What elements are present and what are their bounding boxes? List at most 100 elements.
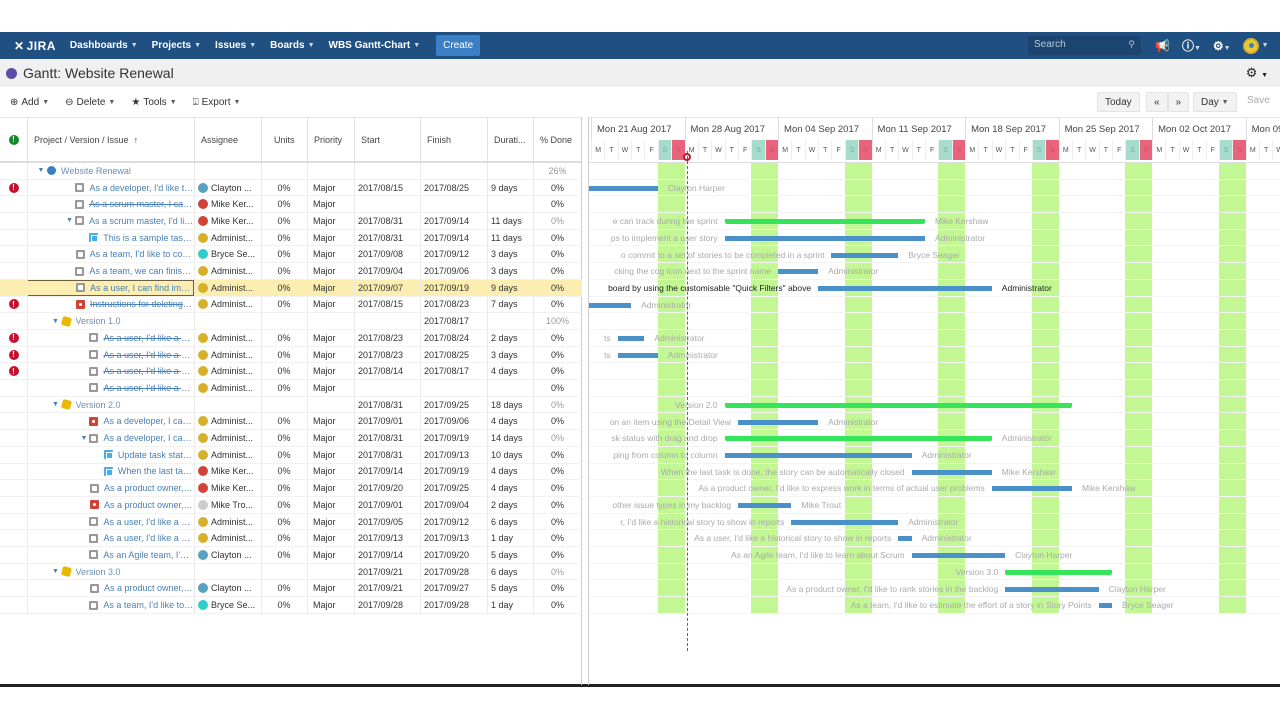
start-date-cell[interactable]: 2017/09/08 [354, 247, 420, 263]
project-row[interactable]: ▼ Website Renewal 26% [0, 163, 582, 180]
priority-cell[interactable]: Major [307, 530, 354, 546]
priority-cell[interactable]: Major [307, 430, 354, 446]
task-bar[interactable] [898, 536, 912, 542]
issue-name-cell[interactable]: ▼ Version 2.0 [27, 397, 194, 413]
duration-cell[interactable]: 9 days [487, 180, 533, 196]
priority-cell[interactable]: Major [307, 547, 354, 563]
finish-date-cell[interactable]: 2017/09/28 [420, 597, 487, 613]
units-cell[interactable]: 0% [261, 297, 307, 313]
version-row[interactable]: ▼ Version 1.0 2017/08/17 100% [0, 313, 582, 330]
finish-date-cell[interactable]: 2017/09/27 [420, 581, 487, 597]
column-header-percent-done[interactable]: % Done [533, 118, 582, 161]
duration-cell[interactable]: 2 days [487, 330, 533, 346]
issue-name[interactable]: As a user, I can find impor... [90, 283, 193, 293]
finish-date-cell[interactable]: 2017/09/06 [420, 263, 487, 279]
issue-name[interactable]: As a developer, I'd like to ... [89, 183, 194, 193]
finish-date-cell[interactable]: 2017/09/19 [420, 430, 487, 446]
nav-projects[interactable]: Projects ▼ [152, 40, 201, 51]
start-date-cell[interactable]: 2017/09/21 [354, 581, 420, 597]
priority-cell[interactable]: Major [307, 247, 354, 263]
units-cell[interactable]: 0% [261, 430, 307, 446]
priority-cell[interactable]: Major [307, 597, 354, 613]
duration-cell[interactable]: 1 day [487, 530, 533, 546]
start-date-cell[interactable]: 2017/09/21 [354, 564, 420, 580]
collapse-toggle-icon[interactable]: ▼ [50, 568, 62, 575]
duration-cell[interactable] [487, 313, 533, 329]
start-date-cell[interactable]: 2017/08/15 [354, 297, 420, 313]
priority-cell[interactable]: Major [307, 180, 354, 196]
start-date-cell[interactable]: 2017/08/31 [354, 430, 420, 446]
task-bar[interactable] [1098, 603, 1113, 609]
issue-name-cell[interactable]: As an Agile team, I'd lik... [27, 547, 194, 563]
issue-name[interactable]: As a user, I'd like a hist... [103, 366, 194, 376]
finish-date-cell[interactable]: 2017/09/06 [420, 414, 487, 430]
priority-cell[interactable]: Major [307, 480, 354, 496]
start-date-cell[interactable]: 2017/08/23 [354, 330, 420, 346]
table-row[interactable]: As a product owner, I'... Clayton ... 0% Ma… [0, 581, 582, 598]
collapse-toggle-icon[interactable]: ▼ [64, 217, 75, 224]
finish-date-cell[interactable]: 2017/09/19 [420, 464, 487, 480]
start-date-cell[interactable]: 2017/08/31 [354, 397, 420, 413]
finish-date-cell[interactable]: 2017/09/25 [420, 397, 487, 413]
start-date-cell[interactable]: 2017/09/07 [354, 280, 420, 296]
units-cell[interactable]: 0% [261, 213, 307, 229]
finish-date-cell[interactable] [420, 163, 487, 179]
summary-bar[interactable] [724, 402, 1072, 408]
duration-cell[interactable]: 11 days [487, 213, 533, 229]
issue-name[interactable]: As a scrum master, I can s... [89, 199, 194, 209]
priority-cell[interactable]: Major [307, 497, 354, 513]
priority-cell[interactable]: Major [307, 380, 354, 396]
task-bar[interactable] [911, 553, 1006, 559]
issue-name-cell[interactable]: As a user, I'd like a hist... [27, 514, 194, 530]
finish-date-cell[interactable]: 2017/08/17 [420, 363, 487, 379]
finish-date-cell[interactable]: 2017/09/25 [420, 480, 487, 496]
priority-cell[interactable]: Major [307, 280, 354, 296]
duration-cell[interactable]: 5 days [487, 581, 533, 597]
table-row[interactable]: As a product owner, I'... Mike Tro... 0% Ma… [0, 497, 582, 514]
units-cell[interactable] [261, 163, 307, 179]
issue-name-cell[interactable]: As a team, I'd like to es... [27, 597, 194, 613]
start-date-cell[interactable]: 2017/09/05 [354, 514, 420, 530]
duration-cell[interactable]: 2 days [487, 497, 533, 513]
issue-name-cell[interactable]: ▼ Version 3.0 [27, 564, 194, 580]
finish-date-cell[interactable]: 2017/09/12 [420, 247, 487, 263]
finish-date-cell[interactable]: 2017/08/24 [420, 330, 487, 346]
table-row[interactable]: This is a sample task. T... Administ... 0%… [0, 230, 582, 247]
issue-name[interactable]: As an Agile team, I'd lik... [103, 550, 194, 560]
finish-date-cell[interactable] [420, 196, 487, 212]
task-bar[interactable] [791, 519, 899, 525]
start-date-cell[interactable] [354, 380, 420, 396]
task-bar[interactable] [778, 269, 819, 275]
duration-cell[interactable] [487, 163, 533, 179]
table-row[interactable]: As a user, I'd like a hist... Administ...… [0, 530, 582, 548]
start-date-cell[interactable]: 2017/09/13 [354, 530, 420, 546]
nav-boards[interactable]: Boards ▼ [270, 40, 314, 51]
start-date-cell[interactable]: 2017/08/23 [354, 347, 420, 363]
priority-cell[interactable]: Major [307, 213, 354, 229]
table-row[interactable]: As a user, I'd like a hist... Administ...… [0, 380, 582, 397]
table-row[interactable]: As a user, I'd like a hist... Administ...… [0, 514, 582, 531]
duration-cell[interactable]: 1 day [487, 597, 533, 613]
task-bar[interactable] [724, 235, 925, 241]
issue-name[interactable]: As a user, I'd like a hist... [103, 533, 194, 543]
table-row[interactable]: As a team, I'd like to es... Bryce Se... 0… [0, 597, 582, 614]
finish-date-cell[interactable]: 2017/09/12 [420, 514, 487, 530]
priority-cell[interactable]: Major [307, 196, 354, 212]
issue-name[interactable]: As a team, I'd like to com... [90, 249, 194, 259]
collapse-toggle-icon[interactable]: ▼ [35, 167, 47, 174]
duration-cell[interactable]: 10 days [487, 447, 533, 463]
start-date-cell[interactable]: 2017/08/14 [354, 363, 420, 379]
priority-cell[interactable]: Major [307, 263, 354, 279]
version-row[interactable]: ▼ Version 3.0 2017/09/21 2017/09/28 6 days 0% [0, 564, 582, 581]
table-row[interactable]: As a user, I can find impor... Administ..… [0, 279, 582, 297]
table-row[interactable]: ! Instructions for deleting t... Administ.… [0, 297, 582, 314]
start-date-cell[interactable]: 2017/08/15 [354, 180, 420, 196]
finish-date-cell[interactable]: 2017/08/25 [420, 347, 487, 363]
duration-cell[interactable]: 18 days [487, 397, 533, 413]
units-cell[interactable]: 0% [261, 514, 307, 530]
issue-name[interactable]: Version 3.0 [76, 567, 121, 577]
issue-name[interactable]: This is a sample task. T... [103, 233, 194, 243]
units-cell[interactable]: 0% [261, 263, 307, 279]
priority-cell[interactable] [307, 397, 354, 413]
priority-cell[interactable]: Major [307, 447, 354, 463]
